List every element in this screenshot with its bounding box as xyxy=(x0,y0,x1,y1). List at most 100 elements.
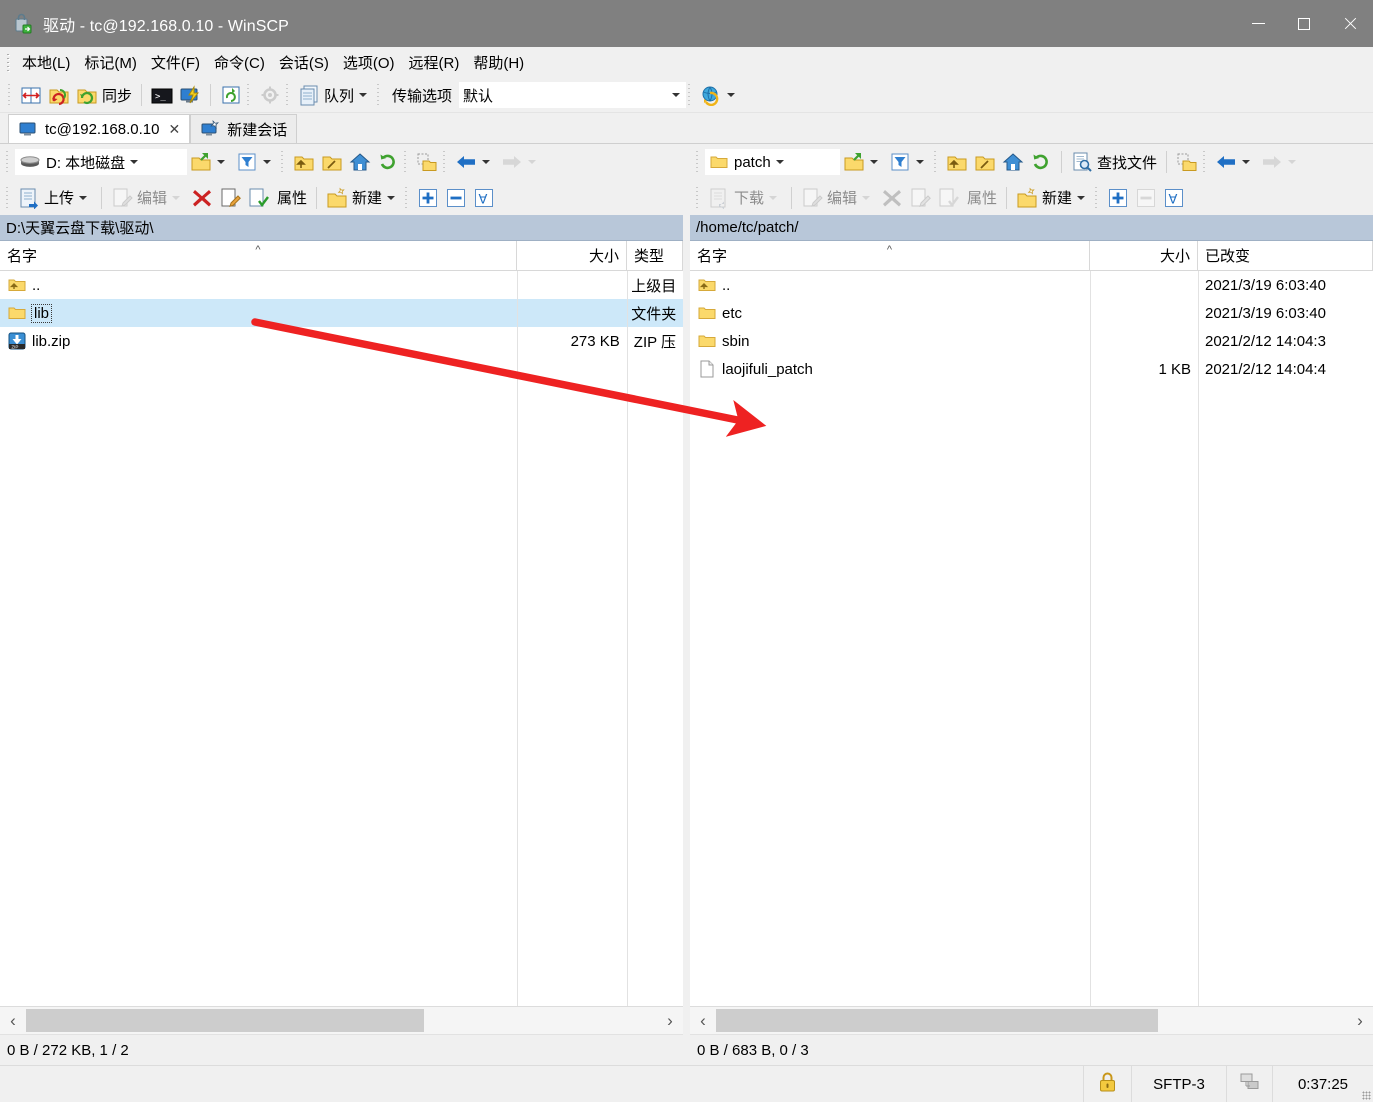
open-putty-button[interactable] xyxy=(176,81,204,110)
find-files-button[interactable]: 查找文件 xyxy=(1068,148,1160,177)
local-invert-selection-button[interactable]: ∀ xyxy=(470,183,498,212)
remote-rename-button[interactable] xyxy=(906,183,934,212)
menu-options[interactable]: 选项(O) xyxy=(336,49,402,76)
local-column-size[interactable]: 大小 xyxy=(517,241,627,270)
local-toolbar-grip-4[interactable] xyxy=(443,151,448,173)
local-scroll-right-button[interactable]: › xyxy=(657,1008,683,1034)
synchronize-button[interactable]: 同步 xyxy=(73,81,135,110)
remote-horizontal-scrollbar[interactable]: ‹ › xyxy=(690,1006,1373,1034)
table-row[interactable]: sbin 2021/2/12 14:04:3 xyxy=(690,327,1373,355)
local-forward-button[interactable] xyxy=(498,148,544,177)
remote-open-directory-chevron-down-icon[interactable] xyxy=(870,160,878,164)
menu-grip-handle[interactable] xyxy=(6,53,11,72)
remote-back-button[interactable] xyxy=(1212,148,1258,177)
menu-local[interactable]: 本地(L) xyxy=(15,49,77,76)
remote-select-button[interactable] xyxy=(1104,183,1132,212)
table-row[interactable]: laojifuli_patch 1 KB 2021/2/12 14:04:4 xyxy=(690,355,1373,383)
menu-mark[interactable]: 标记(M) xyxy=(77,49,144,76)
download-chevron-down-icon[interactable] xyxy=(769,195,778,200)
local-root-directory-button[interactable] xyxy=(318,148,346,177)
transfer-settings-combo[interactable]: 默认 xyxy=(459,82,687,108)
local-toolbar-grip-2[interactable] xyxy=(281,151,286,173)
remote-add-bookmark-button[interactable] xyxy=(1173,148,1201,177)
local-delete-button[interactable] xyxy=(188,183,216,212)
synchronize-browsing-button[interactable] xyxy=(45,81,73,110)
menu-remote[interactable]: 远程(R) xyxy=(402,49,467,76)
local-toolbar-grip[interactable] xyxy=(6,151,11,173)
remote-column-name[interactable]: 名字 ^ xyxy=(690,241,1090,270)
session-globe-button[interactable] xyxy=(697,81,743,110)
local-path-bar[interactable]: D:\天翼云盘下载\驱动\ xyxy=(0,215,683,241)
preferences-button[interactable] xyxy=(256,81,284,110)
tab-session-tc[interactable]: tc@192.168.0.10 ✕ xyxy=(8,114,191,143)
remote-scroll-thumb[interactable] xyxy=(716,1008,1158,1032)
remote-properties-button[interactable]: 属性 xyxy=(962,183,1000,212)
menu-command[interactable]: 命令(C) xyxy=(207,49,272,76)
local-scroll-left-button[interactable]: ‹ xyxy=(0,1008,26,1034)
remote-home-directory-button[interactable] xyxy=(999,148,1027,177)
remote-edit-button[interactable]: 编辑 xyxy=(798,183,878,212)
table-row[interactable]: ZIP lib.zip 273 KB ZIP 压 xyxy=(0,327,683,355)
pane-splitter[interactable] xyxy=(683,144,690,1065)
local-open-directory-button[interactable] xyxy=(187,148,233,177)
tab-close-icon[interactable]: ✕ xyxy=(168,121,180,138)
menu-session[interactable]: 会话(S) xyxy=(272,49,336,76)
transfer-settings-chevron-down-icon[interactable] xyxy=(672,93,681,97)
upload-button[interactable]: 上传 xyxy=(15,183,95,212)
local-filter-button[interactable] xyxy=(233,148,279,177)
local-file-list[interactable]: .. 上级目 lib 文件夹 ZIP lib.zip 273 KB ZIP 压 xyxy=(0,271,683,1006)
local-horizontal-scrollbar[interactable]: ‹ › xyxy=(0,1006,683,1034)
local-new-chevron-down-icon[interactable] xyxy=(387,195,396,200)
remote-custom-command-button[interactable] xyxy=(934,183,962,212)
toolbar-grip-handle-2[interactable] xyxy=(247,84,253,106)
toolbar-grip-handle-3[interactable] xyxy=(286,84,292,106)
local-select-button[interactable] xyxy=(414,183,442,212)
table-row[interactable]: etc 2021/3/19 6:03:40 xyxy=(690,299,1373,327)
remote-new-chevron-down-icon[interactable] xyxy=(1077,195,1086,200)
remote-new-button[interactable]: 新建 xyxy=(1013,183,1093,212)
local-refresh-button[interactable] xyxy=(374,148,402,177)
remote-actions-grip[interactable] xyxy=(696,186,701,209)
local-column-type[interactable]: 类型 xyxy=(627,241,683,270)
remote-toolbar-grip[interactable] xyxy=(696,151,701,173)
local-back-button[interactable] xyxy=(452,148,498,177)
local-actions-grip-2[interactable] xyxy=(405,186,411,209)
tab-new-session[interactable]: 新建会话 xyxy=(190,114,298,143)
close-button[interactable] xyxy=(1327,0,1373,47)
local-home-directory-button[interactable] xyxy=(346,148,374,177)
table-row[interactable]: lib 文件夹 xyxy=(0,299,683,327)
maximize-button[interactable] xyxy=(1281,0,1327,47)
remote-forward-chevron-down-icon[interactable] xyxy=(1288,160,1297,164)
local-edit-button[interactable]: 编辑 xyxy=(108,183,188,212)
table-row[interactable]: .. 2021/3/19 6:03:40 xyxy=(690,271,1373,299)
protocol-status[interactable]: SFTP-3 xyxy=(1132,1066,1227,1102)
remote-unselect-button[interactable] xyxy=(1132,183,1160,212)
toolbar-grip-handle-5[interactable] xyxy=(688,84,694,106)
minimize-button[interactable] xyxy=(1235,0,1281,47)
remote-delete-button[interactable] xyxy=(878,183,906,212)
remote-back-chevron-down-icon[interactable] xyxy=(1242,160,1251,164)
remote-filter-chevron-down-icon[interactable] xyxy=(916,160,924,164)
remote-column-changed[interactable]: 已改变 xyxy=(1198,241,1373,270)
queue-chevron-down-icon[interactable] xyxy=(359,93,368,97)
local-custom-command-button[interactable] xyxy=(244,183,272,212)
local-scroll-track[interactable] xyxy=(26,1008,657,1034)
compare-directories-button[interactable] xyxy=(17,81,45,110)
local-edit-chevron-down-icon[interactable] xyxy=(172,195,181,200)
table-row[interactable]: .. 上级目 xyxy=(0,271,683,299)
local-rename-button[interactable] xyxy=(216,183,244,212)
remote-scroll-right-button[interactable]: › xyxy=(1347,1008,1373,1034)
toolbar-grip-handle[interactable] xyxy=(8,84,13,106)
remote-parent-directory-button[interactable] xyxy=(943,148,971,177)
queue-button[interactable]: 队列 xyxy=(295,81,375,110)
window-resize-grip[interactable] xyxy=(1359,1088,1373,1102)
local-column-name[interactable]: 名字 ^ xyxy=(0,241,517,270)
remote-scroll-left-button[interactable]: ‹ xyxy=(690,1008,716,1034)
local-actions-grip[interactable] xyxy=(6,186,11,209)
remote-edit-chevron-down-icon[interactable] xyxy=(862,195,871,200)
local-scroll-thumb[interactable] xyxy=(26,1008,424,1032)
toolbar-grip-handle-4[interactable] xyxy=(377,84,383,106)
local-back-chevron-down-icon[interactable] xyxy=(482,160,490,164)
remote-toolbar-grip-3[interactable] xyxy=(1203,151,1209,173)
remote-root-directory-button[interactable] xyxy=(971,148,999,177)
